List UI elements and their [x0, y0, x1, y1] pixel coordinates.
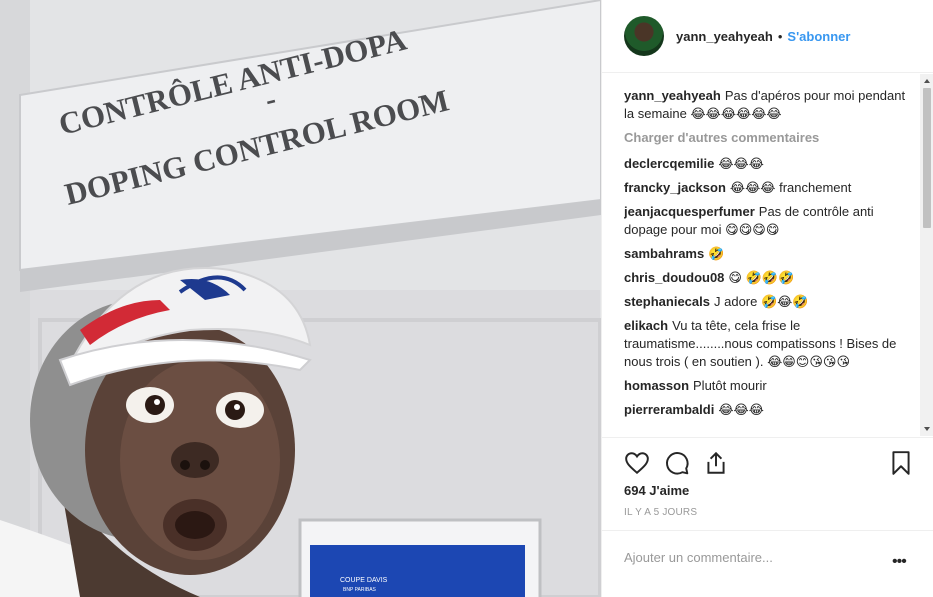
comment: elikach Vu ta tête, cela frise le traumat…: [624, 317, 914, 371]
share-icon[interactable]: [703, 450, 729, 476]
poster-text2: BNP PARIBAS: [343, 587, 377, 593]
load-more-comments[interactable]: Charger d'autres commentaires: [624, 129, 914, 147]
comment-input[interactable]: [624, 547, 874, 567]
comment-user[interactable]: chris_doudou08: [624, 270, 724, 285]
heart-icon[interactable]: [624, 450, 650, 476]
comment-list[interactable]: yann_yeahyeah Pas d'apéros pour moi penda…: [624, 87, 914, 437]
bookmark-icon[interactable]: [888, 450, 914, 476]
scroll-up-arrow-icon[interactable]: [924, 79, 930, 83]
like-count[interactable]: 694 J'aime: [624, 483, 689, 498]
post-timestamp[interactable]: IL Y A 5 JOURS: [624, 507, 697, 518]
comment-user[interactable]: stephaniecals: [624, 294, 710, 309]
comment-text: J adore 🤣😂🤣: [714, 294, 809, 309]
avatar[interactable]: [624, 16, 664, 56]
comment-user[interactable]: sambahrams: [624, 246, 704, 261]
post-photo[interactable]: CONTRÔLE ANTI-DOPA - DOPING CONTROL ROOM…: [0, 0, 601, 597]
comment: declercqemilie 😂😂😂: [624, 155, 914, 173]
follow-button[interactable]: S'abonner: [787, 29, 850, 44]
comment-user[interactable]: declercqemilie: [624, 156, 714, 171]
comment: chris_doudou08 😋 🤣🤣🤣: [624, 269, 914, 287]
photo-illustration: CONTRÔLE ANTI-DOPA - DOPING CONTROL ROOM…: [0, 0, 601, 597]
instagram-post: CONTRÔLE ANTI-DOPA - DOPING CONTROL ROOM…: [0, 0, 933, 597]
comment-user[interactable]: homasson: [624, 378, 689, 393]
comment-icon[interactable]: [664, 450, 690, 476]
comment: jeanjacquesperfumer Pas de contrôle anti …: [624, 203, 914, 239]
comment-text: 😂😂😂: [718, 156, 764, 171]
comment-user[interactable]: jeanjacquesperfumer: [624, 204, 755, 219]
caption: yann_yeahyeah Pas d'apéros pour moi penda…: [624, 87, 914, 123]
comment-user[interactable]: pierrerambaldi: [624, 402, 714, 417]
more-options-icon[interactable]: •••: [892, 553, 907, 571]
comment: stephaniecals J adore 🤣😂🤣: [624, 293, 914, 311]
caption-user[interactable]: yann_yeahyeah: [624, 88, 721, 103]
comment: francky_jackson 😂😂😂 franchement: [624, 179, 914, 197]
comment-text: 🤣: [708, 246, 725, 261]
comment-text: 😂😂😂 franchement: [729, 180, 852, 195]
post-sidebar: yann_yeahyeah • S'abonner yann_yeahyeah P…: [601, 0, 933, 597]
post-header: yann_yeahyeah • S'abonner: [602, 0, 933, 73]
comment-text: 😂😂😂: [718, 402, 764, 417]
comment-user[interactable]: elikach: [624, 318, 668, 333]
comment-scrollbar[interactable]: [920, 74, 933, 436]
action-bar: [602, 437, 933, 485]
header-separator: •: [777, 28, 783, 44]
header-username[interactable]: yann_yeahyeah: [676, 29, 773, 44]
comment: homasson Plutôt mourir: [624, 377, 914, 395]
add-comment-bar: •••: [602, 530, 933, 597]
comment-user[interactable]: francky_jackson: [624, 180, 726, 195]
comment-text: Plutôt mourir: [693, 378, 767, 393]
comment: pierrerambaldi 😂😂😂: [624, 401, 914, 419]
scroll-down-arrow-icon[interactable]: [924, 427, 930, 431]
comment: sambahrams 🤣: [624, 245, 914, 263]
scroll-thumb[interactable]: [923, 88, 931, 228]
comment-text: 😋 🤣🤣🤣: [728, 270, 795, 285]
poster-text1: COUPE DAVIS: [340, 577, 388, 584]
